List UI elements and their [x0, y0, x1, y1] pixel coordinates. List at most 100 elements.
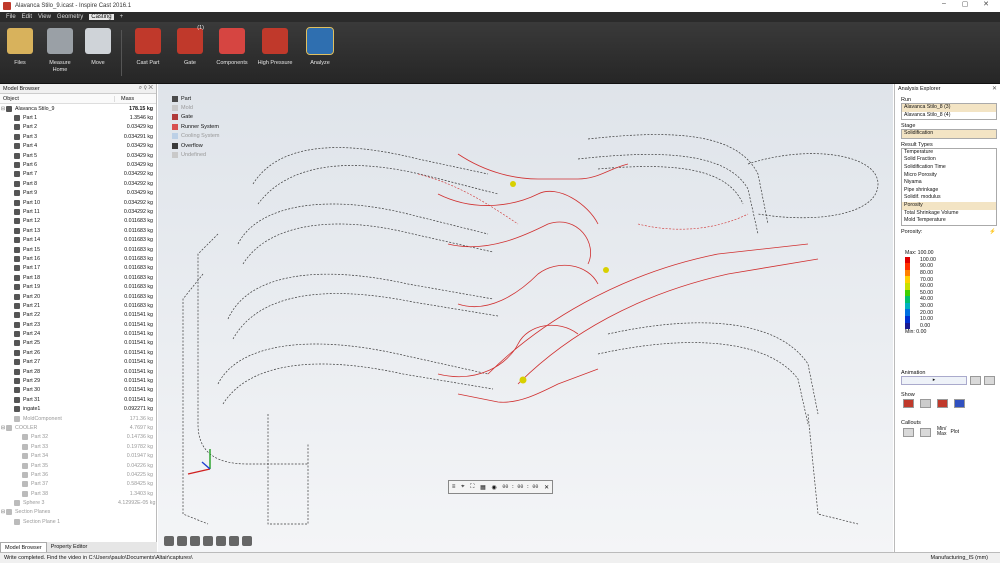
tree-row[interactable]: Section Plane 1 [0, 517, 156, 526]
maximize-button[interactable]: ▢ [955, 0, 975, 8]
analyze-button[interactable]: Analyze [302, 27, 338, 67]
tree-row[interactable]: Part 9 0.03429 kg [0, 189, 156, 198]
measure-button[interactable]: Measure Home [42, 28, 78, 74]
tree-row[interactable]: Part 7 0.034292 kg [0, 170, 156, 179]
result-type-item[interactable]: Pipe shrinkage [902, 187, 996, 195]
result-type-item[interactable]: Solidification Time [902, 164, 996, 172]
display-mode-icon[interactable] [203, 536, 213, 546]
result-type-item[interactable]: Porosity [902, 201, 996, 210]
result-type-item[interactable]: Total Shrinkage Volume [902, 210, 996, 218]
tree-row[interactable]: Part 28 0.011541 kg [0, 367, 156, 376]
result-type-item[interactable]: Niyama [902, 179, 996, 187]
column-mass[interactable]: Mass [115, 96, 134, 102]
tree-row[interactable]: Part 11 0.034292 kg [0, 207, 156, 216]
result-type-item[interactable]: Solidif. modulus [902, 194, 996, 202]
tree-row[interactable]: Part 25 0.011541 kg [0, 339, 156, 348]
tree-row[interactable]: ⊟ COOLER 4.7697 kg [0, 423, 156, 432]
record-icon[interactable]: ◉ [491, 484, 496, 491]
run-item[interactable]: Alavanca Stilo_8 (3) [902, 104, 996, 112]
menu-add-tab[interactable]: + [120, 14, 124, 20]
zoom-icon[interactable] [216, 536, 226, 546]
result-type-item[interactable]: Micro Porosity [902, 172, 996, 180]
legend-item[interactable]: Part [172, 94, 220, 103]
close-icon[interactable]: ✕ [992, 85, 997, 92]
tree-row[interactable]: Part 3 0.034291 kg [0, 132, 156, 141]
column-object[interactable]: Object [0, 95, 115, 102]
tree-row[interactable]: Part 22 0.011541 kg [0, 311, 156, 320]
menu-edit[interactable]: Edit [22, 14, 32, 20]
tree-row[interactable]: Part 6 0.03429 kg [0, 160, 156, 169]
tree-row[interactable]: Part 5 0.03429 kg [0, 151, 156, 160]
animation-settings-icon[interactable] [984, 376, 995, 385]
close-button[interactable]: ✕ [976, 0, 996, 8]
tree-row[interactable]: Sphere 3 4.12992E-05 kg [0, 498, 156, 507]
tab-property-editor[interactable]: Property Editor [47, 542, 92, 552]
film-icon[interactable]: ▦ [480, 484, 486, 491]
tree-row[interactable]: Part 24 0.011541 kg [0, 329, 156, 338]
animation-play-icon[interactable] [970, 376, 981, 385]
tree-row[interactable]: Part 21 0.011683 kg [0, 301, 156, 310]
tree-row[interactable]: Part 19 0.011683 kg [0, 282, 156, 291]
tree-row[interactable]: Part 36 0.04225 kg [0, 470, 156, 479]
tree-row[interactable]: Part 14 0.011683 kg [0, 235, 156, 244]
tree-row[interactable]: Part 27 0.011541 kg [0, 358, 156, 367]
show-mold-icon[interactable] [920, 399, 931, 408]
fit-icon[interactable]: ⛶ [470, 484, 474, 491]
tree-row[interactable]: Part 33 0.19782 kg [0, 442, 156, 451]
plot-button[interactable]: Plot [950, 429, 959, 435]
tree-row[interactable]: Part 15 0.011683 kg [0, 245, 156, 254]
cast-part-button[interactable]: Cast Part [130, 28, 166, 67]
components-button[interactable]: Components [214, 28, 250, 67]
legend-item[interactable]: Runner System [172, 122, 220, 131]
legend-item[interactable]: Undefined [172, 150, 220, 159]
run-item[interactable]: Alavanca Stilo_8 (4) [902, 112, 996, 120]
tree-row[interactable]: Part 29 0.011541 kg [0, 376, 156, 385]
menu-file[interactable]: File [6, 14, 16, 20]
pan-icon[interactable] [229, 536, 239, 546]
tree-row[interactable]: ingate1 0.092271 kg [0, 405, 156, 414]
tree-row[interactable]: MoldComponent 171.36 kg [0, 414, 156, 423]
menu-view[interactable]: View [38, 14, 51, 20]
animation-slider[interactable]: ▸ [901, 376, 967, 385]
tree-row[interactable]: Part 31 0.011541 kg [0, 395, 156, 404]
tree-row[interactable]: Part 10 0.034292 kg [0, 198, 156, 207]
tab-model-browser[interactable]: Model Browser [0, 542, 47, 552]
tree-row[interactable]: Part 16 0.011683 kg [0, 254, 156, 263]
pin-icon[interactable]: ⌖ [461, 484, 464, 491]
minimize-button[interactable]: – [934, 0, 954, 7]
view-cube-icon[interactable] [177, 536, 187, 546]
stage-item[interactable]: Solidification [902, 130, 996, 138]
result-type-item[interactable]: Temperature [902, 149, 996, 157]
callout-box-icon[interactable] [920, 427, 931, 437]
orbit-icon[interactable] [164, 536, 174, 546]
tree-row[interactable]: Part 20 0.011683 kg [0, 292, 156, 301]
callout-pin-icon[interactable] [903, 427, 914, 437]
tree-row[interactable]: Part 13 0.011683 kg [0, 226, 156, 235]
legend-item[interactable]: Cooling System [172, 132, 220, 141]
tree-row[interactable]: Part 8 0.034292 kg [0, 179, 156, 188]
show-cooling-icon[interactable] [954, 399, 965, 408]
show-part-icon[interactable] [903, 399, 914, 408]
tree-row[interactable]: Part 1 1.3546 kg [0, 113, 156, 122]
section-icon[interactable] [190, 536, 200, 546]
tree-row[interactable]: Part 30 0.011541 kg [0, 386, 156, 395]
tree-row[interactable]: Part 26 0.011541 kg [0, 348, 156, 357]
3d-viewport[interactable]: Part Mold Gate Runner System Cooling System O… [158, 84, 893, 552]
tree-row[interactable]: Part 2 0.03429 kg [0, 123, 156, 132]
result-type-item[interactable]: Mold Temperature [902, 217, 996, 225]
tree-row[interactable]: Part 12 0.011683 kg [0, 217, 156, 226]
close-icon[interactable]: ✕ [544, 484, 549, 491]
menu-casting[interactable]: Casting [89, 14, 114, 20]
tree-row[interactable]: ⊟ Alavanca Stilo_9 178.15 kg [0, 104, 156, 113]
tree-row[interactable]: Part 4 0.03429 kg [0, 142, 156, 151]
tree-row[interactable]: ⊟ Section Planes [0, 508, 156, 517]
tree-row[interactable]: Part 34 0.01947 kg [0, 451, 156, 460]
legend-item[interactable]: Overflow [172, 141, 220, 150]
high-pressure-button[interactable]: High Pressure [257, 28, 293, 67]
units-selector[interactable]: Manufacturing_IS (mm) [931, 555, 988, 561]
model-view-icon[interactable] [242, 536, 252, 546]
legend-item[interactable]: Mold [172, 103, 220, 112]
tree-row[interactable]: Part 23 0.011541 kg [0, 320, 156, 329]
gate-button[interactable]: (1) Gate [172, 25, 208, 67]
tree-row[interactable]: Part 32 0.14736 kg [0, 433, 156, 442]
